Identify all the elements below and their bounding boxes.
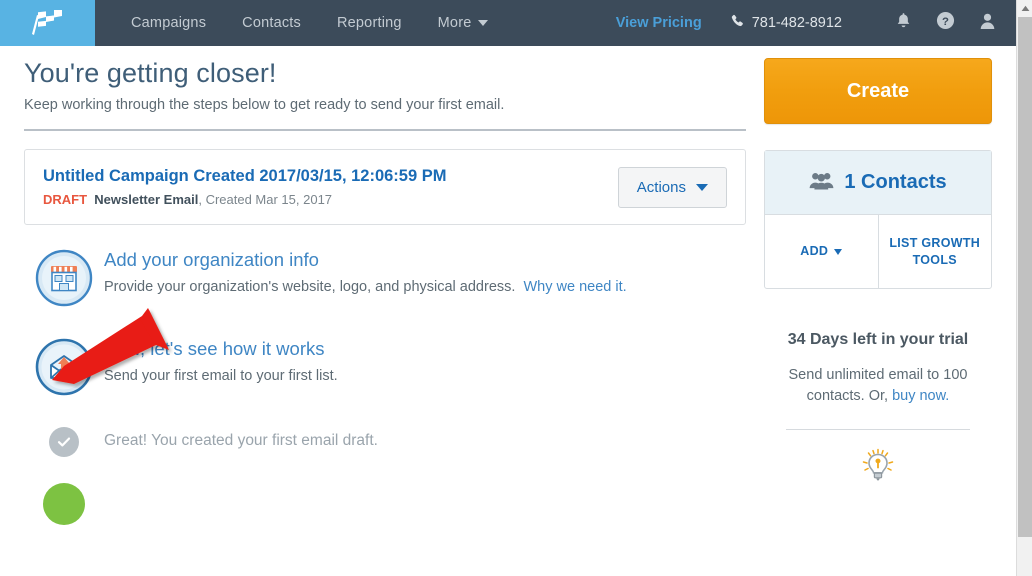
step-icon-container	[24, 425, 104, 457]
check-circle-icon	[49, 427, 79, 457]
envelope-up-arrow-icon	[35, 338, 93, 401]
step-title-link[interactable]: Now, let's see how it works	[104, 338, 338, 360]
campaign-info: Untitled Campaign Created 2017/03/15, 12…	[43, 167, 447, 207]
contacts-panel: 1 Contacts ADD LIST GROWTH TOOLS	[764, 150, 992, 289]
scroll-up-arrow-icon[interactable]	[1017, 0, 1032, 17]
campaign-title-link[interactable]: Untitled Campaign Created 2017/03/15, 12…	[43, 167, 447, 186]
step-item: Now, let's see how it works Send your fi…	[24, 336, 746, 401]
nav-item-campaigns[interactable]: Campaigns	[113, 0, 224, 46]
sidebar: Create 1 Contacts ADD LIST GROWTH TOOLS …	[764, 58, 992, 491]
header-divider	[24, 129, 746, 131]
checkered-flag-icon	[26, 10, 70, 36]
campaign-created: , Created Mar 15, 2017	[198, 192, 333, 207]
add-contacts-dropdown[interactable]: ADD	[765, 215, 879, 288]
top-navbar: Campaigns Contacts Reporting More View P…	[0, 0, 1016, 46]
step-desc-text: Provide your organization's website, log…	[104, 279, 516, 295]
trial-days-title: 34 Days left in your trial	[787, 331, 969, 348]
nav-more-label: More	[437, 15, 472, 31]
view-pricing-link[interactable]: View Pricing	[616, 15, 702, 31]
step-item-partial	[24, 481, 746, 525]
step-icon-container	[24, 247, 104, 312]
campaign-type: Newsletter Email	[94, 192, 199, 207]
step-item-completed: Great! You created your first email draf…	[24, 425, 746, 457]
nav-item-reporting[interactable]: Reporting	[319, 0, 420, 46]
storefront-icon	[35, 249, 93, 312]
nav-links: Campaigns Contacts Reporting More	[113, 0, 506, 46]
account-button[interactable]	[972, 8, 1002, 38]
phone-number: 781-482-8912	[751, 15, 842, 31]
create-button[interactable]: Create	[764, 58, 992, 124]
svg-text:?: ?	[942, 16, 949, 28]
completed-step-text: Great! You created your first email draf…	[104, 432, 378, 449]
chevron-down-icon	[696, 183, 708, 191]
actions-label: Actions	[636, 178, 686, 196]
page-content: You're getting closer! Keep working thro…	[0, 46, 1016, 576]
chevron-down-icon	[477, 20, 488, 26]
contacts-actions: ADD LIST GROWTH TOOLS	[765, 215, 991, 288]
onboarding-steps: Add your organization info Provide your …	[24, 247, 746, 525]
tip-section[interactable]	[764, 448, 992, 491]
nav-right-group: View Pricing 781-482-8912 ?	[616, 0, 1016, 46]
campaign-meta: DRAFT Newsletter Email, Created Mar 15, …	[43, 192, 447, 207]
step-icon-container	[24, 481, 104, 525]
why-we-need-it-link[interactable]: Why we need it.	[523, 279, 626, 295]
trial-info: 34 Days left in your trial Send unlimite…	[764, 329, 992, 491]
support-phone: 781-482-8912	[730, 14, 842, 33]
sidebar-divider	[786, 428, 970, 430]
step-icon-container	[24, 336, 104, 401]
nav-item-more[interactable]: More	[420, 0, 506, 46]
step-description: Provide your organization's website, log…	[104, 279, 627, 295]
step-title-link[interactable]: Add your organization info	[104, 249, 627, 271]
green-status-circle-icon	[43, 483, 85, 525]
step-body: Now, let's see how it works Send your fi…	[104, 336, 338, 384]
status-badge: DRAFT	[43, 192, 88, 207]
help-button[interactable]: ?	[930, 8, 960, 38]
contacts-count: 1 Contacts	[844, 171, 947, 193]
logo-tile[interactable]	[0, 0, 95, 46]
page-title: You're getting closer!	[24, 58, 277, 88]
campaign-card: Untitled Campaign Created 2017/03/15, 12…	[24, 149, 746, 225]
step-body: Add your organization info Provide your …	[104, 247, 627, 295]
bell-icon	[895, 12, 912, 35]
list-growth-tools-link[interactable]: LIST GROWTH TOOLS	[879, 215, 992, 288]
people-icon	[809, 171, 834, 195]
question-circle-icon: ?	[936, 11, 955, 35]
phone-icon	[730, 14, 745, 33]
actions-dropdown-button[interactable]: Actions	[617, 166, 727, 208]
buy-now-link[interactable]: buy now.	[892, 388, 949, 404]
scrollbar-thumb[interactable]	[1018, 17, 1032, 537]
nav-item-contacts[interactable]: Contacts	[224, 0, 319, 46]
step-body: Great! You created your first email draf…	[104, 432, 378, 450]
step-description: Send your first email to your first list…	[104, 368, 338, 384]
app-root: Campaigns Contacts Reporting More View P…	[0, 0, 1032, 576]
page-subtitle: Keep working through the steps below to …	[24, 97, 505, 113]
chevron-down-icon	[834, 248, 843, 255]
main-column: You're getting closer! Keep working thro…	[24, 58, 746, 549]
page-scrollbar[interactable]	[1016, 0, 1032, 576]
lightbulb-icon	[860, 448, 896, 491]
contacts-header[interactable]: 1 Contacts	[765, 151, 991, 215]
trial-description: Send unlimited email to 100 contacts. Or…	[764, 365, 992, 407]
user-icon	[979, 12, 996, 35]
add-label: ADD	[800, 244, 829, 259]
notifications-button[interactable]	[888, 8, 918, 38]
step-item: Add your organization info Provide your …	[24, 247, 746, 312]
